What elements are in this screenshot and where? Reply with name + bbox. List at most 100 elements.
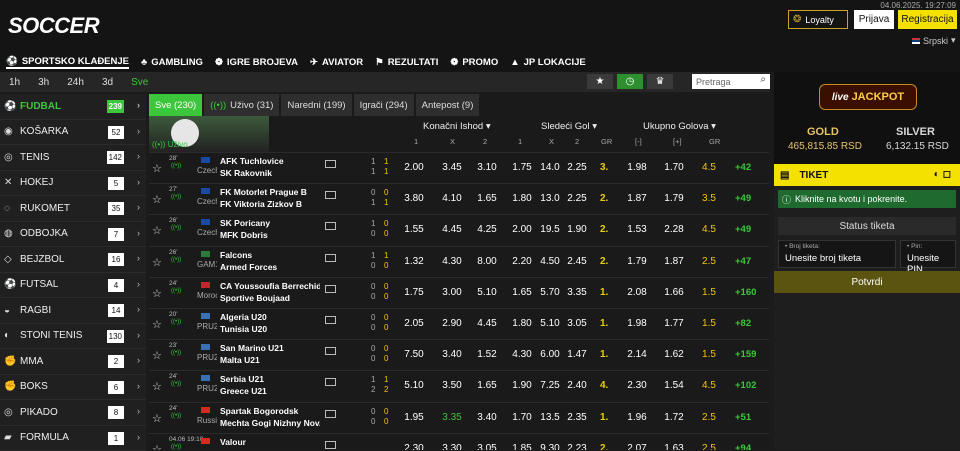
odds-button[interactable]: 2.30 — [623, 380, 651, 391]
odds-button[interactable]: 2.30 — [400, 443, 428, 450]
nav-item-5[interactable]: ❁PROMO — [450, 57, 498, 68]
odds-button[interactable]: 5.10 — [473, 287, 501, 298]
odds-button[interactable]: 8.00 — [473, 256, 501, 267]
odds-button[interactable]: 5.70 — [536, 287, 564, 298]
favorite-star-icon[interactable]: ☆ — [152, 318, 162, 331]
odds-button[interactable]: 1.98 — [623, 318, 651, 329]
sidebar-item-0[interactable]: ⚽FUDBAL239› — [0, 94, 146, 120]
sidebar-item-3[interactable]: ✕HOKEJ5› — [0, 171, 146, 197]
odds-button[interactable]: 2.28 — [660, 224, 688, 235]
stats-icon[interactable] — [325, 441, 336, 449]
odds-button[interactable]: 2.40 — [563, 380, 591, 391]
odds-button[interactable]: 4.45 — [438, 224, 466, 235]
time-filter-3h[interactable]: 3h — [29, 72, 58, 92]
odds-button[interactable]: 1.75 — [400, 287, 428, 298]
odds-button[interactable]: 1.55 — [400, 224, 428, 235]
odds-button[interactable]: 2.14 — [623, 349, 651, 360]
odds-button[interactable]: 2.23 — [563, 443, 591, 450]
market-next-goal[interactable]: Sledeći Gol ▾ — [541, 121, 597, 132]
nav-item-2[interactable]: ❁IGRE BROJEVA — [215, 57, 298, 68]
more-markets-link[interactable]: +42 — [735, 162, 751, 173]
match-row[interactable]: ☆24'((•))PRU21Serbia U21Greece U2112125.… — [149, 370, 769, 401]
favorite-star-icon[interactable]: ☆ — [152, 256, 162, 269]
odds-button[interactable]: 1.47 — [563, 349, 591, 360]
loyalty-button[interactable]: ❂Loyalty — [788, 10, 848, 29]
match-row[interactable]: ☆26'((•))GAM1FalconsArmed Forces10101.32… — [149, 246, 769, 277]
odds-button[interactable]: 4.25 — [473, 224, 501, 235]
nav-item-6[interactable]: ▲JP LOKACIJE — [510, 57, 586, 68]
favorite-star-icon[interactable]: ☆ — [152, 193, 162, 206]
pin-field[interactable]: • Pin:Unesite PIN — [900, 240, 956, 268]
odds-button[interactable]: 1.70 — [660, 162, 688, 173]
stats-icon[interactable] — [325, 378, 336, 386]
odds-button[interactable]: 5.10 — [536, 318, 564, 329]
favorite-star-icon[interactable]: ☆ — [152, 224, 162, 237]
odds-button[interactable]: 13.5 — [536, 412, 564, 423]
odds-button[interactable]: 1.77 — [660, 318, 688, 329]
login-button[interactable]: Prijava — [854, 10, 894, 29]
odds-button[interactable]: 3.05 — [563, 318, 591, 329]
odds-button[interactable]: 2.25 — [563, 162, 591, 173]
favorite-star-icon[interactable]: ☆ — [152, 287, 162, 300]
favorite-star-icon[interactable]: ☆ — [152, 443, 162, 450]
odds-button[interactable]: 1.72 — [660, 412, 688, 423]
odds-button[interactable]: 9.30 — [536, 443, 564, 450]
match-row[interactable]: ☆24'((•))RussiSpartak BogorodskMechta Go… — [149, 402, 769, 433]
odds-button[interactable]: 1.65 — [508, 287, 536, 298]
odds-button[interactable]: 3.40 — [438, 349, 466, 360]
odds-button[interactable]: 1.32 — [400, 256, 428, 267]
language-selector[interactable]: Srpski▾ — [912, 35, 956, 46]
market-total-goals[interactable]: Ukupno Golova ▾ — [643, 121, 716, 132]
favorite-star-icon[interactable]: ☆ — [152, 162, 162, 175]
more-markets-link[interactable]: +82 — [735, 318, 751, 329]
sidebar-item-6[interactable]: ◇BEJZBOL16› — [0, 247, 146, 273]
odds-button[interactable]: 2.90 — [438, 318, 466, 329]
time-filter-1h[interactable]: 1h — [0, 72, 29, 92]
stats-icon[interactable] — [325, 160, 336, 168]
odds-button[interactable]: 1.90 — [508, 380, 536, 391]
match-row[interactable]: ☆24'((•))MorocCA Youssoufia BerrechidSpo… — [149, 277, 769, 308]
time-filter-24h[interactable]: 24h — [58, 72, 93, 92]
odds-button[interactable]: 1.65 — [473, 193, 501, 204]
odds-button[interactable]: 1.66 — [660, 287, 688, 298]
sidebar-item-5[interactable]: ◍ODBOJKA7› — [0, 222, 146, 248]
odds-button[interactable]: 2.00 — [508, 224, 536, 235]
odds-button[interactable]: 3.10 — [473, 162, 501, 173]
sidebar-item-10[interactable]: ✊MMA2› — [0, 349, 146, 375]
odds-button[interactable]: 4.30 — [508, 349, 536, 360]
match-row[interactable]: ☆23'((•))PRU21San Marino U21Malta U21000… — [149, 339, 769, 370]
odds-button[interactable]: 1.95 — [400, 412, 428, 423]
odds-button[interactable]: 1.80 — [508, 318, 536, 329]
ticket-header[interactable]: ▤TIKET◐◻ — [774, 164, 960, 186]
more-markets-link[interactable]: +160 — [735, 287, 756, 298]
favorite-star-icon[interactable]: ☆ — [152, 349, 162, 362]
stats-icon[interactable] — [325, 410, 336, 418]
match-row[interactable]: ☆28'((•))CzechAFK TuchloviceSK Rakovnik1… — [149, 152, 769, 183]
tab-3[interactable]: Igrači (294) — [354, 94, 414, 116]
odds-button[interactable]: 4.45 — [473, 318, 501, 329]
more-markets-link[interactable]: +102 — [735, 380, 756, 391]
sidebar-item-8[interactable]: ◒RAGBI14› — [0, 298, 146, 324]
favorites-star-icon[interactable]: ★ — [587, 74, 613, 89]
odds-button[interactable]: 2.45 — [563, 256, 591, 267]
logo[interactable]: SOCCER — [8, 13, 99, 39]
odds-button[interactable]: 1.80 — [508, 193, 536, 204]
odds-button[interactable]: 1.79 — [660, 193, 688, 204]
odds-button[interactable]: 1.96 — [623, 412, 651, 423]
time-filter-Sve[interactable]: Sve — [122, 72, 157, 92]
confirm-button[interactable]: Potvrdi — [774, 271, 960, 293]
odds-button[interactable]: 3.50 — [438, 380, 466, 391]
odds-button[interactable]: 1.79 — [623, 256, 651, 267]
sidebar-item-12[interactable]: ◎PIKADO8› — [0, 400, 146, 426]
more-markets-link[interactable]: +49 — [735, 224, 751, 235]
ticket-number-field[interactable]: • Broj tiketa:Unesite broj tiketa — [778, 240, 896, 268]
stats-icon[interactable] — [325, 254, 336, 262]
odds-button[interactable]: 13.0 — [536, 193, 564, 204]
odds-button[interactable]: 19.5 — [536, 224, 564, 235]
odds-button[interactable]: 4.30 — [438, 256, 466, 267]
tab-4[interactable]: Antepost (9) — [416, 94, 480, 116]
odds-button[interactable]: 1.90 — [563, 224, 591, 235]
match-row[interactable]: ☆04.06 19:10((•))Valour2.303.303.051.859… — [149, 433, 769, 450]
more-markets-link[interactable]: +51 — [735, 412, 751, 423]
match-row[interactable]: ☆20'((•))PRU20Algeria U20Tunisia U200000… — [149, 308, 769, 339]
